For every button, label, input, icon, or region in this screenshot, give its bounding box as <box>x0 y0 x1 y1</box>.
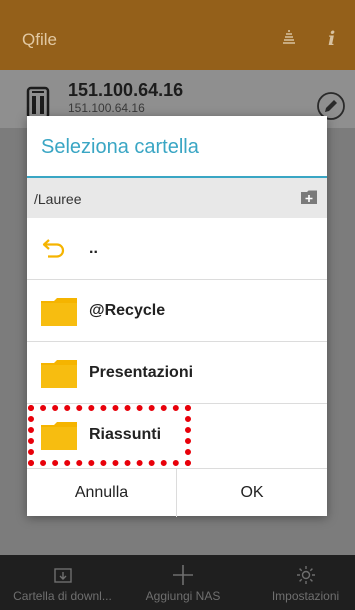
add-nas-button[interactable]: Aggiungi NAS <box>133 555 233 610</box>
select-folder-dialog: Seleziona cartella /Lauree .. @Recycle P… <box>27 116 327 517</box>
current-path: /Lauree <box>34 191 82 207</box>
info-icon[interactable]: i <box>328 28 348 50</box>
app-title: Qfile <box>22 30 57 49</box>
nas-device-icon <box>26 86 50 120</box>
list-item-recycle[interactable]: @Recycle <box>27 280 327 342</box>
nas-ip-sub: 151.100.64.16 <box>68 101 145 115</box>
list-item-label: .. <box>89 240 98 257</box>
settings-button[interactable]: Impostazioni <box>256 555 355 610</box>
back-arrow-icon <box>41 235 67 261</box>
folder-icon <box>41 298 77 326</box>
download-folder-label: Cartella di downl... <box>13 589 112 603</box>
list-item-presentazioni[interactable]: Presentazioni <box>27 342 327 404</box>
list-item-label: @Recycle <box>89 302 166 319</box>
list-item-riassunti[interactable]: Riassunti <box>27 404 327 466</box>
list-item-label: Riassunti <box>89 426 162 443</box>
folder-icon <box>41 360 77 388</box>
nas-ip: 151.100.64.16 <box>68 80 184 100</box>
list-item-label: Presentazioni <box>89 364 194 381</box>
ok-button[interactable]: OK <box>177 469 327 517</box>
list-item-parent[interactable]: .. <box>27 218 327 280</box>
download-folder-icon <box>52 564 74 586</box>
download-folder-button[interactable]: Cartella di downl... <box>0 555 125 610</box>
cancel-button[interactable]: Annulla <box>27 469 177 517</box>
settings-label: Impostazioni <box>271 589 340 603</box>
app-bar: Qfile i <box>0 0 355 70</box>
new-folder-icon[interactable] <box>301 190 317 204</box>
gear-icon <box>295 564 317 586</box>
stack-icon[interactable] <box>279 28 299 48</box>
dialog-actions: Annulla OK <box>27 468 327 517</box>
add-nas-label: Aggiungi NAS <box>145 589 221 603</box>
dialog-title: Seleziona cartella <box>41 136 199 158</box>
folder-icon <box>41 422 77 450</box>
plus-icon <box>172 564 194 586</box>
path-bar: /Lauree <box>27 178 327 218</box>
